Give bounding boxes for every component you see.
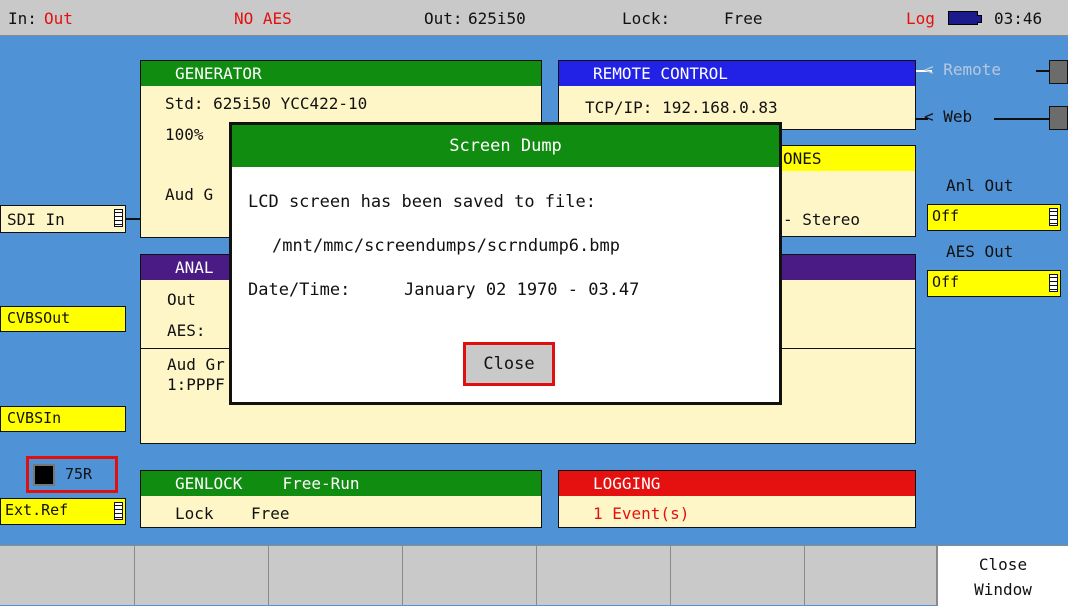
- web-line: [994, 118, 1050, 120]
- aes-status: NO AES: [234, 9, 292, 28]
- remote-line: [1036, 70, 1050, 72]
- analog-aes-label: AES:: [167, 321, 206, 340]
- lock-label: Lock:: [622, 9, 671, 28]
- genlock-panel[interactable]: GENLOCK Free-Run Lock Free: [140, 470, 542, 528]
- genlock-lock-value: Free: [251, 504, 290, 523]
- dialog-title: Screen Dump: [232, 125, 779, 167]
- menu-icon: [114, 502, 123, 520]
- analog-out-label: Out: [167, 290, 196, 309]
- softkey-4[interactable]: [403, 546, 537, 606]
- generator-header: GENERATOR: [141, 61, 541, 86]
- anl-out-select[interactable]: Off: [927, 204, 1061, 231]
- lock-value: Free: [724, 9, 763, 28]
- web-label: < Web: [924, 107, 973, 126]
- status-bar: In: Out NO AES Out: 625i50 Lock: Free Lo…: [0, 0, 1068, 36]
- softkey-6[interactable]: [671, 546, 805, 606]
- cvbs-in-text: CVBSIn: [7, 409, 62, 427]
- ext-ref-label: Ext.Ref: [5, 501, 69, 519]
- aes-out-select[interactable]: Off: [927, 270, 1061, 297]
- generator-audio: Aud G: [165, 185, 214, 204]
- ext-ref-button[interactable]: Ext.Ref: [0, 498, 126, 525]
- output-label: Out:: [424, 9, 463, 28]
- input-label: In:: [8, 9, 37, 28]
- remote-control-panel[interactable]: REMOTE CONTROL TCP/IP: 192.168.0.83: [558, 60, 916, 130]
- genlock-mode: Free-Run: [282, 474, 360, 493]
- tcpip-address: TCP/IP: 192.168.0.83: [585, 98, 778, 117]
- generator-level: 100%: [165, 125, 204, 144]
- softkey-3[interactable]: [269, 546, 403, 606]
- logging-header: LOGGING: [559, 471, 915, 496]
- genlock-header: GENLOCK Free-Run: [141, 471, 541, 496]
- genlock-lock-label: Lock: [175, 504, 214, 523]
- sdi-in-connector: [126, 218, 140, 220]
- close-window-line2: Window: [974, 580, 1032, 599]
- aes-out-value: Off: [932, 273, 960, 291]
- menu-icon: [1049, 274, 1058, 292]
- checkbox-icon: [33, 464, 55, 486]
- remote-control-header: REMOTE CONTROL: [559, 61, 915, 86]
- analog-audio-value: 1:PPPF: [167, 375, 225, 394]
- softkey-5[interactable]: [537, 546, 671, 606]
- termination-toggle[interactable]: 75R: [26, 456, 118, 493]
- anl-out-label: Anl Out: [946, 176, 1014, 195]
- close-button[interactable]: Close: [463, 342, 555, 386]
- logging-panel[interactable]: LOGGING 1 Event(s): [558, 470, 916, 528]
- sdi-in-label: SDI In: [7, 210, 65, 229]
- dialog-message: LCD screen has been saved to file:: [248, 192, 596, 212]
- sdi-in-button[interactable]: SDI In: [0, 205, 126, 233]
- dialog-file-path: /mnt/mmc/screendumps/scrndump6.bmp: [272, 236, 620, 256]
- termination-label: 75R: [65, 465, 93, 483]
- genlock-title: GENLOCK: [175, 474, 243, 493]
- web-port-icon: [1049, 106, 1068, 130]
- menu-icon: [1049, 208, 1058, 226]
- input-value: Out: [44, 9, 73, 28]
- remote-label: < Remote: [924, 60, 1002, 79]
- softkey-2[interactable]: [135, 546, 269, 606]
- menu-icon: [114, 209, 123, 227]
- close-window-softkey[interactable]: Close Window: [937, 546, 1068, 606]
- analog-audio-label: Aud Gr: [167, 355, 225, 374]
- aes-out-label: AES Out: [946, 242, 1014, 261]
- battery-icon: [948, 11, 982, 25]
- dialog-datetime-value: January 02 1970 - 03.47: [404, 280, 640, 300]
- clock: 03:46: [994, 9, 1043, 28]
- cvbs-in-label: CVBSIn: [0, 406, 126, 432]
- cvbs-out-text: CVBSOut: [7, 309, 71, 327]
- dialog-datetime-label: Date/Time:: [248, 280, 351, 300]
- anl-out-value: Off: [932, 207, 960, 225]
- softkey-bar: Close Window: [0, 545, 1068, 606]
- log-indicator: Log: [906, 9, 935, 28]
- remote-port-icon: [1049, 60, 1068, 84]
- generator-std: Std: 625i50 YCC422-10: [165, 94, 368, 113]
- softkey-7[interactable]: [805, 546, 937, 606]
- softkey-1[interactable]: [0, 546, 135, 606]
- logging-events: 1 Event(s): [593, 504, 690, 523]
- cvbs-out-label: CVBSOut: [0, 306, 126, 332]
- screen-dump-dialog: Screen Dump LCD screen has been saved to…: [229, 122, 782, 405]
- output-value: 625i50: [468, 9, 526, 28]
- tones-value: - Stereo: [783, 210, 861, 229]
- close-window-line1: Close: [978, 555, 1028, 574]
